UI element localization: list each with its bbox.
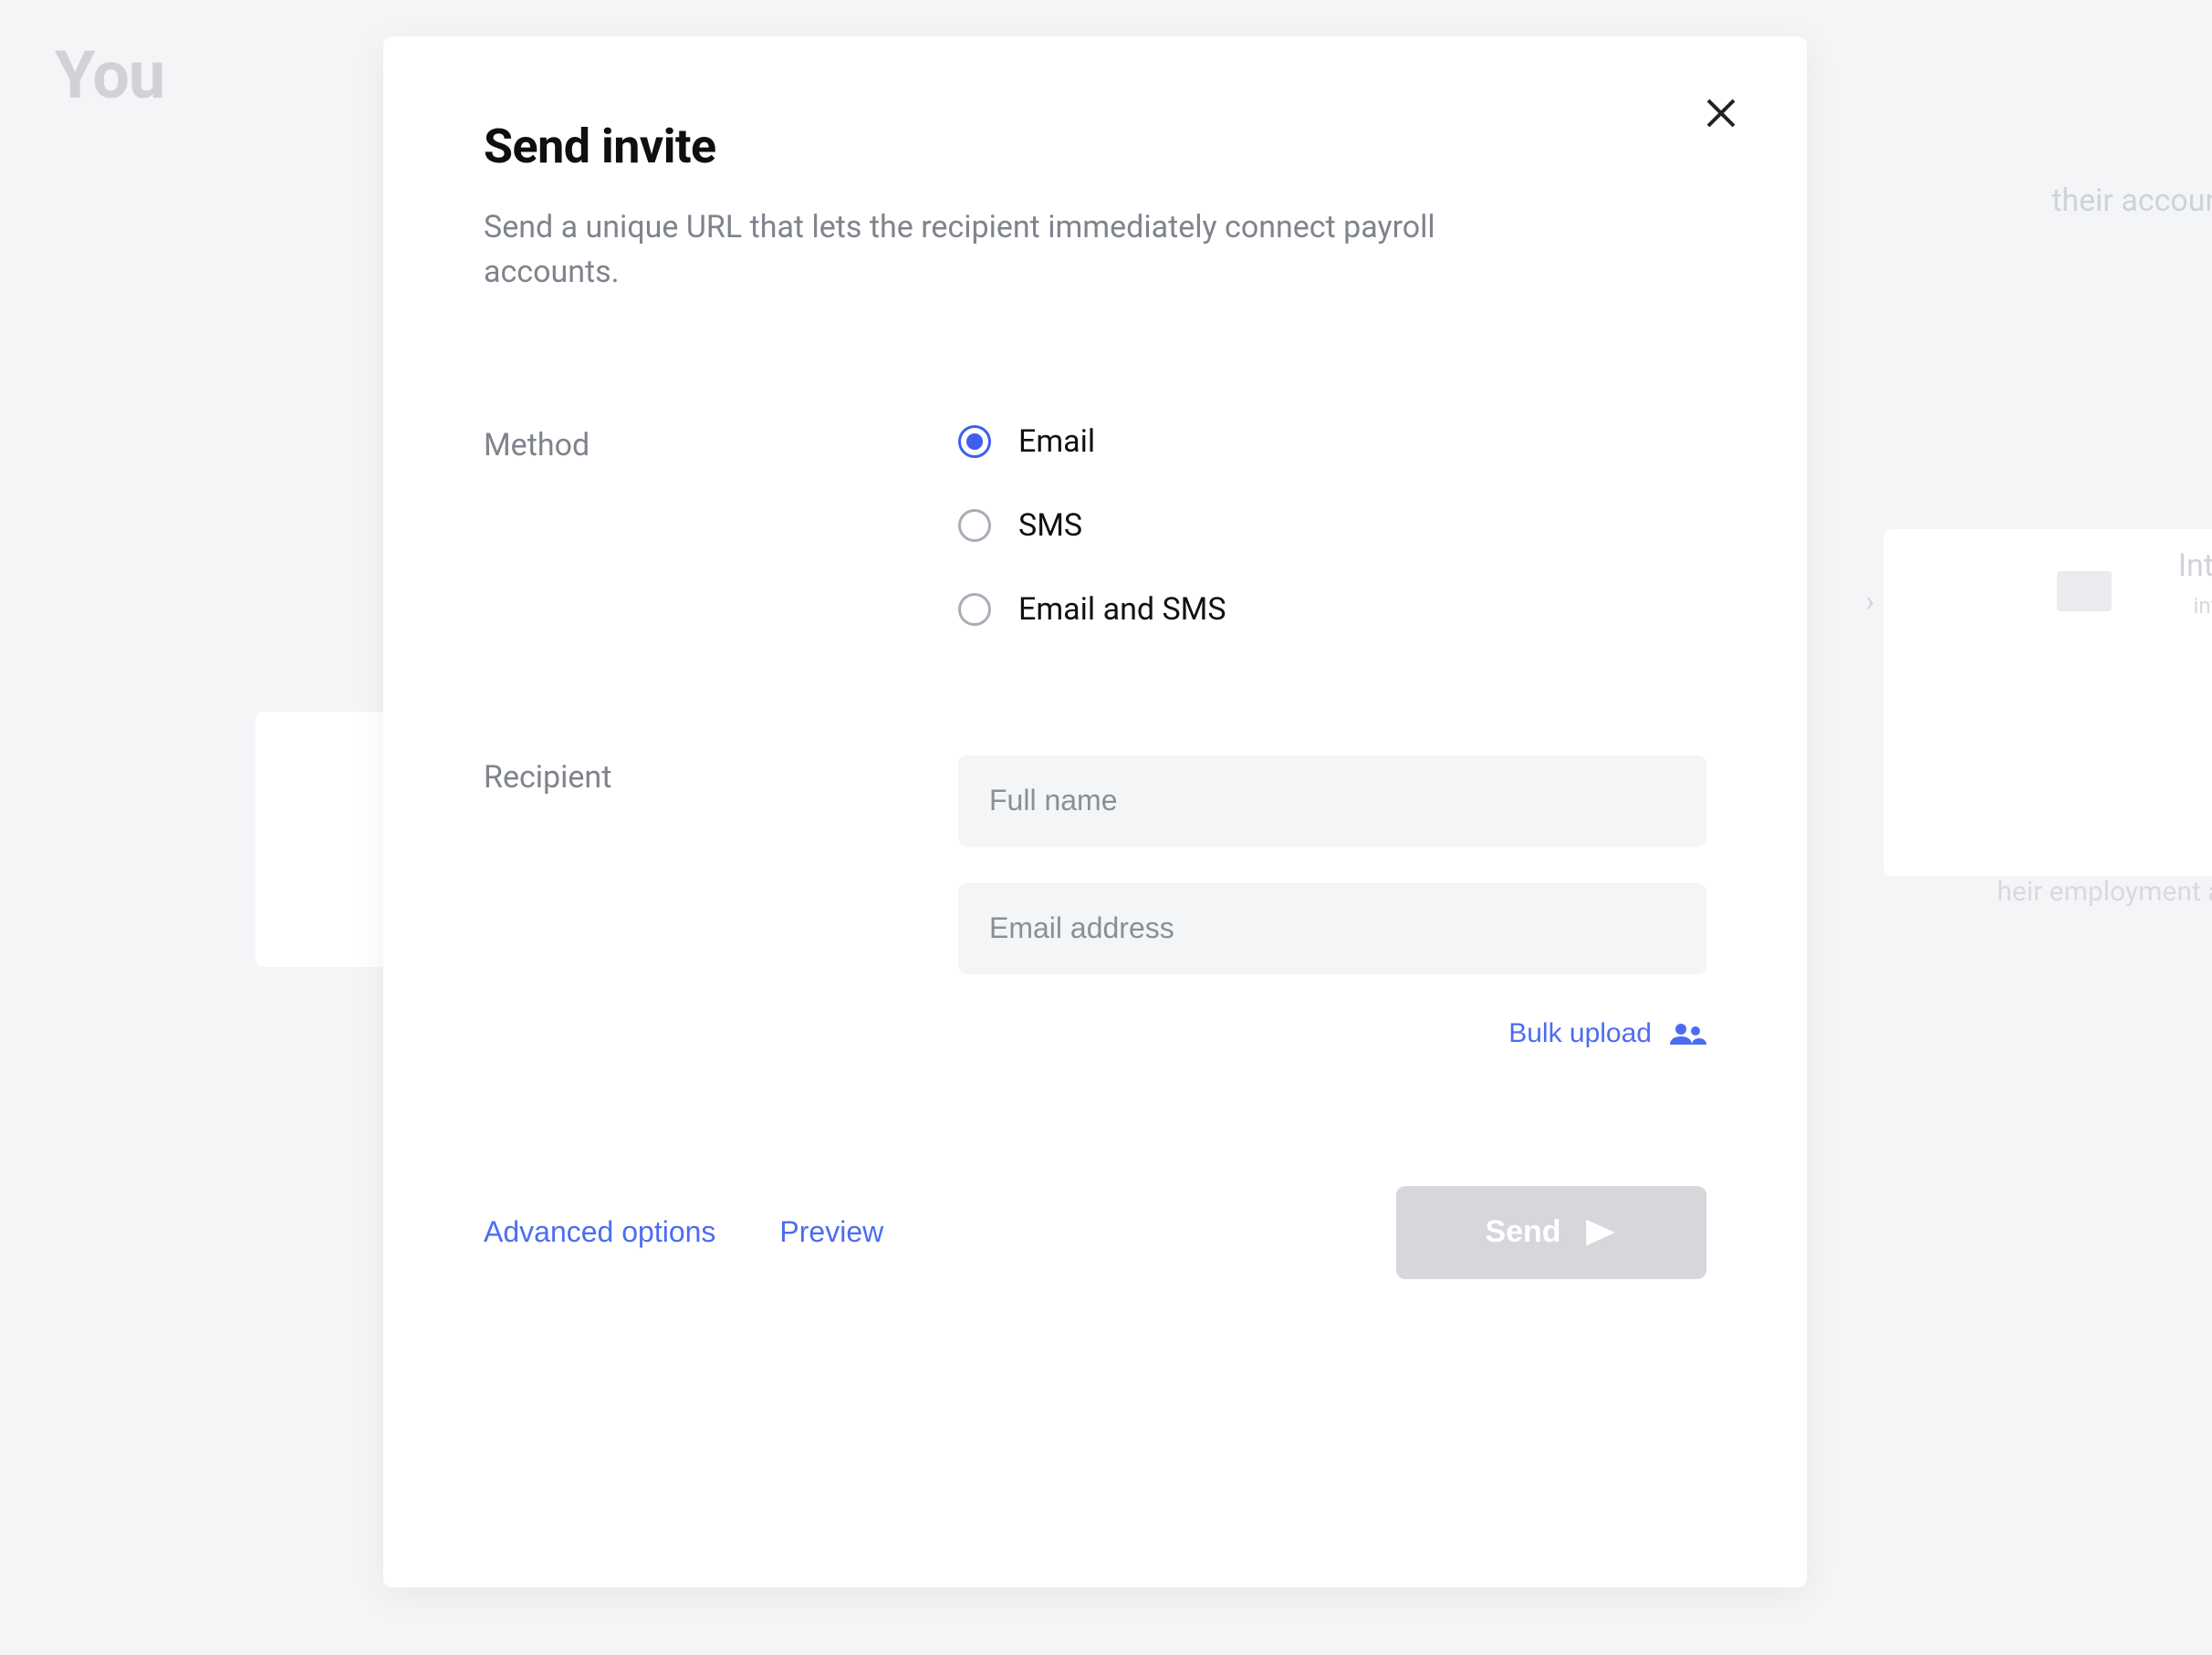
backdrop-placeholder-icon — [2057, 571, 2112, 611]
backdrop-text-into: into — [2194, 593, 2212, 619]
bulk-upload-label: Bulk upload — [1508, 1018, 1652, 1049]
backdrop-tagline-fragment: their accounts — [2051, 182, 2212, 219]
people-icon — [1668, 1020, 1706, 1047]
radio-indicator-icon — [958, 425, 991, 458]
bulk-upload-row: Bulk upload — [958, 1018, 1706, 1049]
bulk-upload-link[interactable]: Bulk upload — [1508, 1018, 1706, 1049]
radio-indicator-icon — [958, 509, 991, 542]
preview-link[interactable]: Preview — [779, 1215, 883, 1249]
chevron-right-icon: › — [1865, 584, 1874, 619]
recipient-label: Recipient — [484, 755, 958, 796]
send-button[interactable]: Send — [1396, 1186, 1706, 1279]
radio-label: Email and SMS — [1018, 591, 1226, 628]
close-icon — [1699, 91, 1743, 135]
recipient-fields: Bulk upload — [958, 755, 1706, 1049]
modal-footer: Advanced options Preview Send — [484, 1186, 1706, 1279]
footer-left-links: Advanced options Preview — [484, 1215, 883, 1249]
send-button-label: Send — [1485, 1214, 1560, 1250]
method-radio-both[interactable]: Email and SMS — [958, 591, 1706, 628]
full-name-input[interactable] — [958, 755, 1706, 847]
send-invite-modal: Send invite Send a unique URL that lets … — [383, 36, 1807, 1587]
backdrop-text-emp: heir employment acco — [1997, 876, 2212, 908]
method-label: Method — [484, 423, 958, 463]
modal-title: Send invite — [484, 119, 1706, 174]
modal-description: Send a unique URL that lets the recipien… — [484, 205, 1487, 296]
method-row: Method Email SMS Email and SMS — [484, 423, 1706, 628]
backdrop-text-inte: Inte — [2178, 547, 2212, 584]
close-button[interactable] — [1699, 91, 1743, 135]
advanced-options-link[interactable]: Advanced options — [484, 1215, 715, 1249]
send-icon — [1583, 1215, 1618, 1250]
method-radio-email[interactable]: Email — [958, 423, 1706, 460]
radio-label: SMS — [1018, 507, 1082, 544]
method-radio-sms[interactable]: SMS — [958, 507, 1706, 544]
radio-indicator-icon — [958, 593, 991, 626]
recipient-row: Recipient Bulk upload — [484, 755, 1706, 1049]
email-input[interactable] — [958, 883, 1706, 974]
method-radio-group: Email SMS Email and SMS — [958, 423, 1706, 628]
backdrop-right-stub — [1883, 529, 2212, 876]
radio-label: Email — [1018, 423, 1095, 460]
